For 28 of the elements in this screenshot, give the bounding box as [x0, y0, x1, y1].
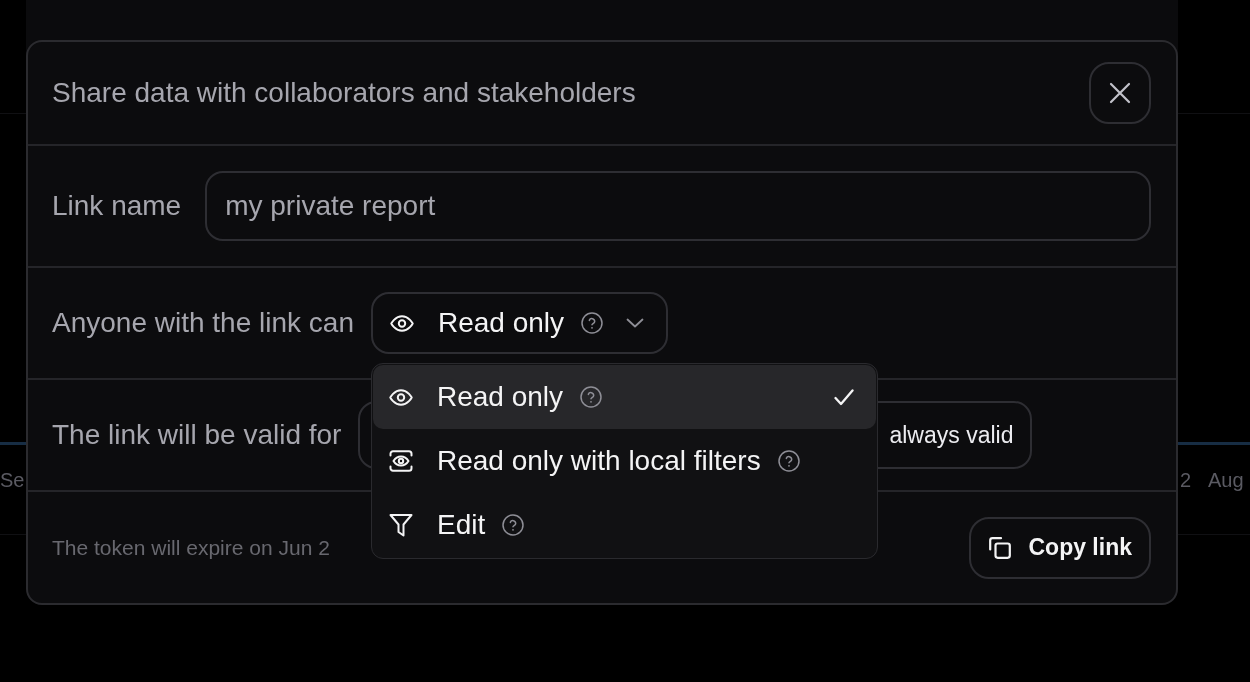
axis-label: Aug: [1208, 468, 1244, 492]
chevron-down-icon: [626, 318, 645, 328]
dialog-title: Share data with collaborators and stakeholders: [52, 77, 636, 109]
help-icon: [580, 386, 603, 408]
close-button[interactable]: [1089, 62, 1151, 124]
funnel-icon: [388, 513, 413, 537]
expiry-note: The token will expire on Jun 2: [52, 535, 330, 560]
close-icon: [1109, 82, 1131, 104]
permission-select[interactable]: Read only: [370, 292, 669, 354]
axis-label: 2: [1180, 468, 1192, 492]
axis-label: Se: [0, 468, 25, 492]
menu-option[interactable]: Read only: [372, 365, 876, 429]
eye-icon: [388, 388, 413, 406]
field-label: Link name: [52, 190, 182, 222]
validity-option[interactable]: always valid: [887, 417, 1016, 453]
copy-link-button[interactable]: Copy link: [969, 516, 1151, 579]
link-name-field[interactable]: my private report: [205, 171, 1151, 241]
field-label: The link will be valid for: [52, 419, 342, 451]
copy-icon: [989, 536, 1012, 559]
check-icon: [833, 388, 854, 406]
help-icon: [502, 514, 525, 536]
eye-icon: [389, 314, 414, 332]
help-icon: [777, 450, 800, 472]
framed-eye-icon: [388, 450, 413, 472]
help-icon: [581, 312, 604, 334]
menu-option[interactable]: Read only with local filters: [372, 429, 876, 493]
field-label: Anyone with the link can: [52, 307, 354, 339]
menu-option[interactable]: Edit: [372, 493, 876, 557]
